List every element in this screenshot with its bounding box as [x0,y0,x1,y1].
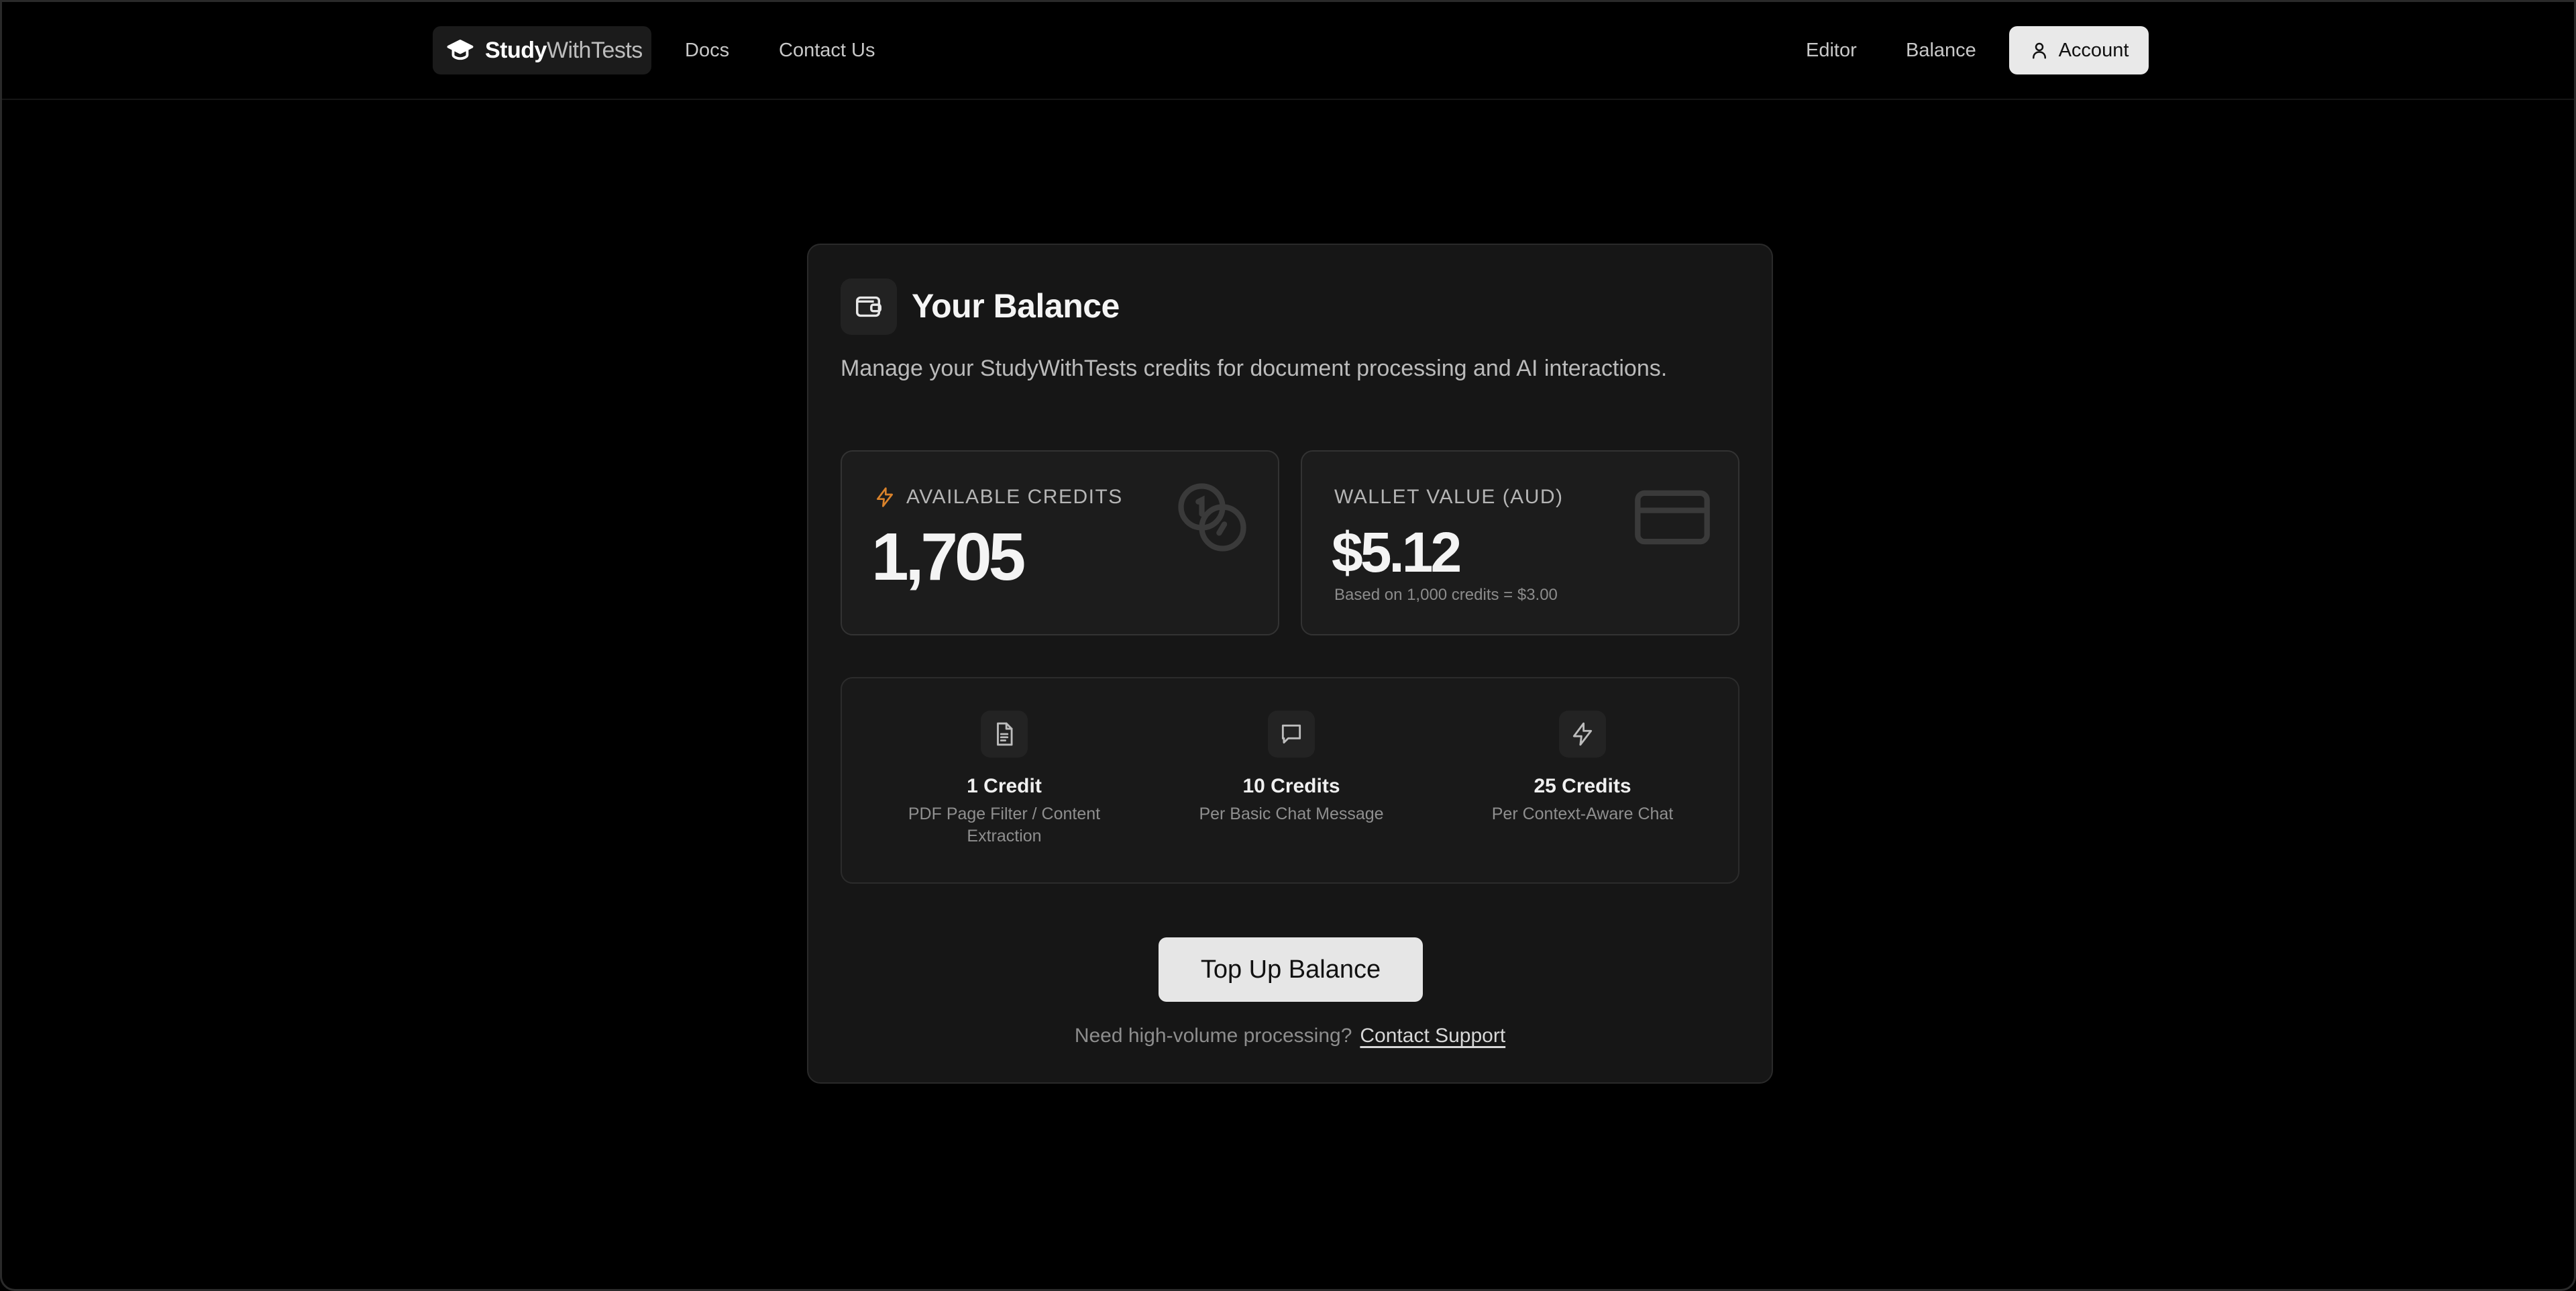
available-credits-label: AVAILABLE CREDITS [874,484,1123,511]
nav-link-docs[interactable]: Docs [685,36,729,65]
brand-logo[interactable]: Study WithTests [433,26,651,74]
credit-rates-panel: 1 Credit PDF Page Filter / Content Extra… [841,677,1739,884]
bolt-icon [877,487,893,507]
document-icon [981,711,1028,758]
wallet-value-card: WALLET VALUE (AUD) $5.12 Based on 1,000 … [1301,450,1739,635]
rate-amount: 10 Credits [1242,775,1340,797]
rate-item-context-chat: 25 Credits Per Context-Aware Chat [1455,711,1710,825]
coins-icon [1178,483,1246,552]
rate-amount: 1 Credit [967,775,1042,797]
brand-name-rest: WithTests [546,37,643,63]
contact-support-link[interactable]: Contact Support [1360,1025,1505,1047]
rate-description: Per Basic Chat Message [1199,805,1384,823]
wallet-value-amount: $5.12 [1332,521,1462,584]
nav-link-balance[interactable]: Balance [1906,36,1976,65]
available-credits-label-text: AVAILABLE CREDITS [906,486,1123,508]
rate-item-basic-chat: 10 Credits Per Basic Chat Message [1164,711,1419,825]
top-up-balance-button[interactable]: Top Up Balance [1159,937,1423,1002]
available-credits-value: 1,705 [871,519,1026,595]
balance-card: Your Balance Manage your StudyWithTests … [807,244,1773,1084]
help-text: Need high-volume processing? [1074,1025,1352,1047]
rate-description-line2: Extraction [967,827,1042,845]
bolt-icon [1559,711,1606,758]
rate-amount: 25 Credits [1534,775,1631,797]
top-nav: Study WithTests Docs Contact Us Editor Ba… [2,2,2574,100]
account-button[interactable]: Account [2009,26,2149,74]
nav-link-editor[interactable]: Editor [1806,36,1857,65]
nav-link-contact-us[interactable]: Contact Us [779,36,875,65]
page-title: Your Balance [912,287,1120,325]
app-window: Study WithTests Docs Contact Us Editor Ba… [0,0,2576,1291]
wallet-icon [841,278,897,335]
chat-icon [1268,711,1315,758]
rate-description: Per Context-Aware Chat [1491,805,1674,823]
rate-description: PDF Page Filter / Content Extraction [877,803,1132,847]
wallet-value-label: WALLET VALUE (AUD) [1334,486,1564,508]
available-credits-card: AVAILABLE CREDITS 1,705 [841,450,1279,635]
wallet-value-note: Based on 1,000 credits = $3.00 [1334,586,1558,604]
user-icon [2032,42,2046,59]
account-button-label: Account [2058,39,2129,61]
help-text-row: Need high-volume processing? Contact Supp… [808,1022,1772,1050]
rate-item-pdf: 1 Credit PDF Page Filter / Content Extra… [877,711,1132,847]
rate-description-line1: PDF Page Filter / Content [908,805,1101,823]
graduation-cap-icon [447,40,474,60]
page-subtitle: Manage your StudyWithTests credits for d… [841,356,1668,381]
brand-name-bold: Study [485,37,547,63]
credit-card-icon [1635,490,1710,545]
